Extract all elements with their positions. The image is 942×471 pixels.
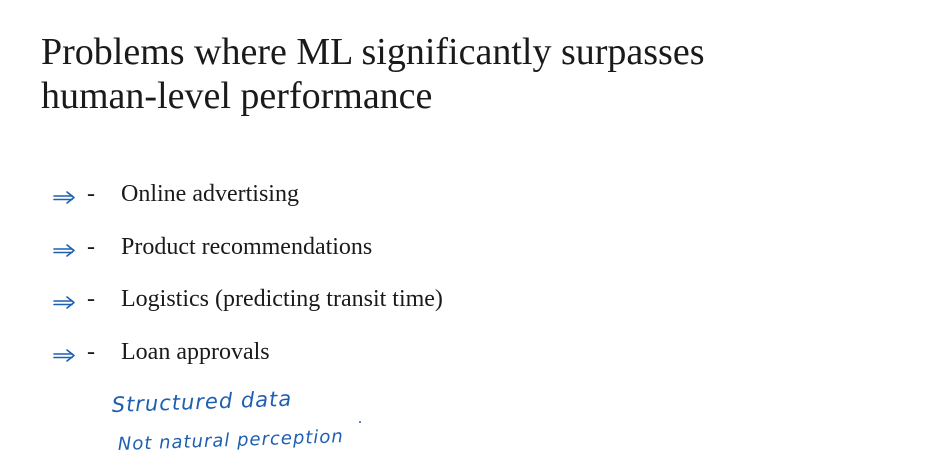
slide-title-line-1: Problems where ML significantly surpasse… [41,31,705,73]
bullet-marker: - [87,338,95,365]
bullet-item: - Logistics (predicting transit time) [0,280,942,333]
bullet-marker: - [87,181,95,207]
handwritten-note-not-natural-perception: Not natural perception [117,426,344,455]
handwritten-note-structured-data: Structured data [111,387,292,417]
bullet-text-product-recommendations: Product recommendations [121,233,373,260]
bullet-item: - Loan approvals [0,333,942,386]
slide: Problems where ML significantly surpasse… [0,0,942,471]
bullet-marker: - [87,233,95,260]
bullet-text-online-advertising: Online advertising [121,181,299,207]
hand-drawn-arrow-icon [52,294,78,310]
bullet-item: - Online advertising [0,175,942,228]
slide-title-line-2: human-level performance [41,75,433,117]
bullet-text-logistics: Logistics (predicting transit time) [121,286,443,312]
bullet-marker: - [87,286,95,312]
hand-drawn-arrow-icon [52,189,78,205]
handwritten-notes: Structured data Not natural perception [108,382,388,462]
bullet-text-loan-approvals: Loan approvals [121,338,270,365]
ink-dot [359,421,361,423]
slide-title: Problems where ML significantly surpasse… [41,30,921,118]
bullet-list: - Online advertising - Product recommend… [0,175,942,385]
hand-drawn-arrow-icon [52,347,78,363]
hand-drawn-arrow-icon [52,242,78,258]
bullet-item: - Product recommendations [0,228,942,281]
